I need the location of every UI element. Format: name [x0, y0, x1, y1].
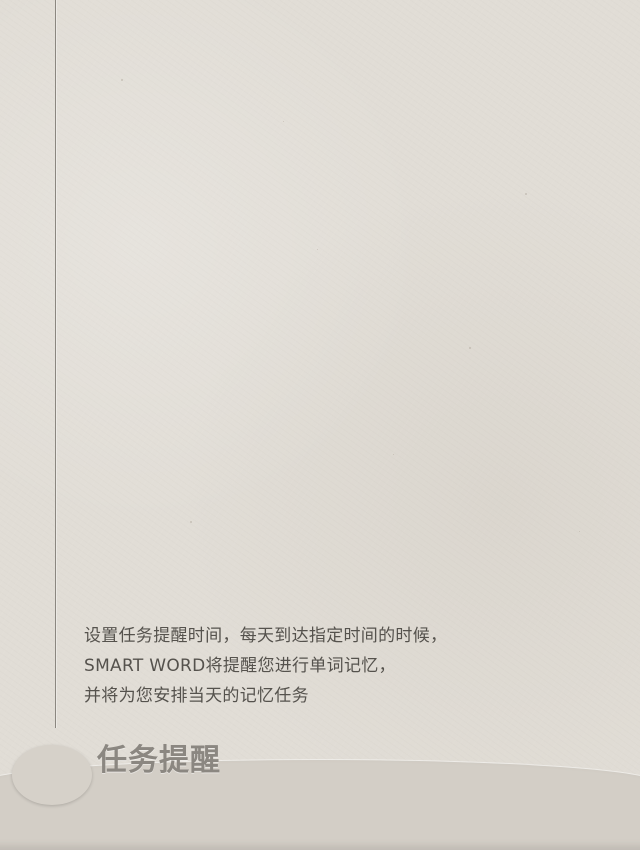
paper-speck	[579, 531, 580, 532]
paper-speck	[283, 121, 284, 122]
description-line: 并将为您安排当天的记忆任务	[84, 686, 309, 706]
paper-speck	[317, 249, 318, 250]
paper-speck	[469, 347, 471, 349]
section-title: 任务提醒	[97, 743, 221, 778]
bottom-page-edge	[0, 760, 640, 850]
paper-speck	[121, 79, 123, 81]
paper-speck	[525, 193, 527, 195]
reminder-description: 设置任务提醒时间，每天到达指定时间的时候， SMART WORD将提醒您进行单词…	[84, 621, 604, 711]
description-line: 设置任务提醒时间，每天到达指定时间的时候，	[84, 626, 448, 646]
paper-speck	[190, 521, 192, 523]
title-tab-shape	[12, 745, 92, 805]
description-line: SMART WORD将提醒您进行单词记忆，	[84, 656, 396, 676]
paper-speck	[393, 454, 394, 455]
margin-line	[55, 0, 56, 728]
